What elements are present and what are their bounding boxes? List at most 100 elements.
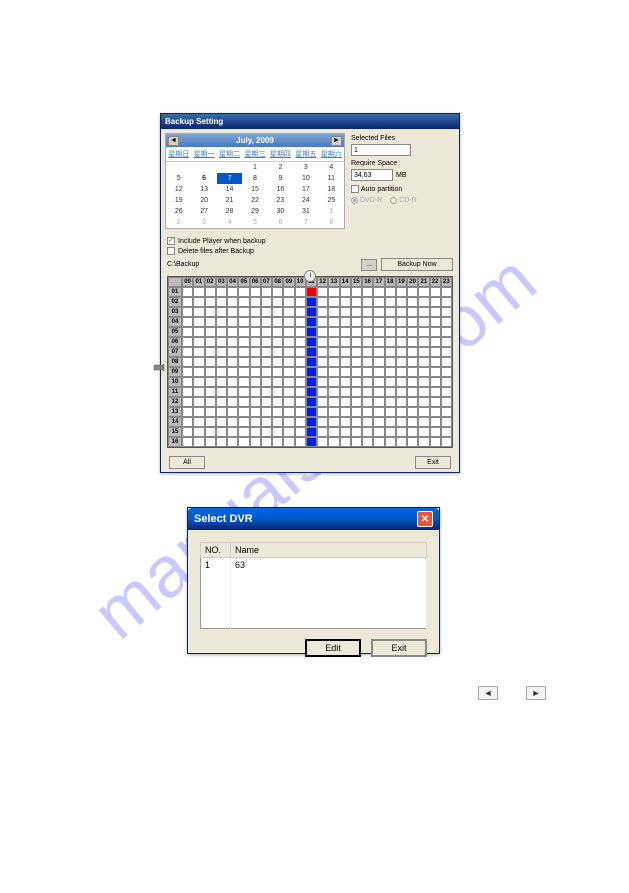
hour-header[interactable]: 05 [238, 277, 249, 287]
calendar-day[interactable]: 29 [242, 206, 267, 217]
grid-cell[interactable] [396, 297, 407, 307]
grid-cell[interactable] [182, 397, 193, 407]
grid-cell[interactable] [385, 347, 396, 357]
prev-page-button[interactable]: ◄ [478, 686, 498, 700]
hour-header[interactable]: 22 [430, 277, 441, 287]
hour-header[interactable]: 15 [351, 277, 362, 287]
grid-cell[interactable] [272, 347, 283, 357]
channel-label[interactable]: 07 [168, 347, 182, 357]
grid-cell[interactable] [362, 427, 373, 437]
grid-cell[interactable] [238, 347, 249, 357]
grid-cell[interactable] [385, 317, 396, 327]
grid-cell[interactable] [373, 317, 384, 327]
channel-label[interactable]: 16 [168, 437, 182, 447]
grid-cell[interactable] [193, 357, 204, 367]
grid-cell[interactable] [396, 327, 407, 337]
grid-cell[interactable] [272, 337, 283, 347]
hour-header[interactable]: 18 [385, 277, 396, 287]
grid-cell[interactable] [182, 387, 193, 397]
grid-cell[interactable] [407, 377, 418, 387]
grid-cell[interactable] [295, 297, 306, 307]
grid-cell[interactable] [193, 407, 204, 417]
grid-cell[interactable] [396, 417, 407, 427]
grid-cell[interactable] [216, 337, 227, 347]
grid-cell[interactable] [250, 307, 261, 317]
grid-cell[interactable] [306, 437, 317, 447]
grid-cell[interactable] [205, 397, 216, 407]
grid-cell[interactable] [430, 417, 441, 427]
grid-cell[interactable] [272, 437, 283, 447]
grid-cell[interactable] [182, 297, 193, 307]
grid-cell[interactable] [216, 387, 227, 397]
grid-cell[interactable] [295, 437, 306, 447]
grid-cell[interactable] [328, 357, 339, 367]
grid-cell[interactable] [351, 357, 362, 367]
grid-cell[interactable] [205, 387, 216, 397]
grid-cell[interactable] [272, 377, 283, 387]
grid-cell[interactable] [306, 377, 317, 387]
grid-cell[interactable] [328, 397, 339, 407]
grid-cell[interactable] [227, 297, 238, 307]
grid-cell[interactable] [362, 377, 373, 387]
grid-cell[interactable] [373, 287, 384, 297]
grid-cell[interactable] [272, 367, 283, 377]
grid-cell[interactable] [418, 387, 429, 397]
grid-cell[interactable] [261, 377, 272, 387]
grid-cell[interactable] [396, 397, 407, 407]
grid-cell[interactable] [373, 407, 384, 417]
exit-button[interactable]: Exit [371, 639, 427, 657]
calendar-day[interactable]: 2 [166, 217, 191, 228]
grid-cell[interactable] [238, 417, 249, 427]
grid-cell[interactable] [430, 357, 441, 367]
grid-cell[interactable] [430, 297, 441, 307]
grid-cell[interactable] [441, 297, 452, 307]
grid-cell[interactable] [182, 417, 193, 427]
channel-label[interactable]: 10 [168, 377, 182, 387]
grid-cell[interactable] [441, 337, 452, 347]
grid-cell[interactable] [418, 397, 429, 407]
hour-header[interactable]: 12 [317, 277, 328, 287]
grid-cell[interactable] [193, 377, 204, 387]
calendar-day[interactable]: 7 [293, 217, 318, 228]
grid-cell[interactable] [351, 407, 362, 417]
grid-cell[interactable] [272, 407, 283, 417]
grid-cell[interactable] [238, 297, 249, 307]
grid-cell[interactable] [441, 397, 452, 407]
grid-cell[interactable] [283, 287, 294, 297]
hour-header[interactable]: 09 [283, 277, 294, 287]
grid-cell[interactable] [182, 427, 193, 437]
grid-cell[interactable] [295, 397, 306, 407]
grid-cell[interactable] [317, 387, 328, 397]
grid-cell[interactable] [283, 297, 294, 307]
all-button[interactable]: All [169, 456, 205, 469]
grid-cell[interactable] [373, 337, 384, 347]
grid-cell[interactable] [351, 337, 362, 347]
grid-cell[interactable] [373, 367, 384, 377]
grid-cell[interactable] [295, 367, 306, 377]
calendar-day[interactable]: 8 [319, 217, 344, 228]
grid-cell[interactable] [261, 417, 272, 427]
hour-header[interactable]: 17 [373, 277, 384, 287]
calendar-day[interactable]: 12 [166, 184, 191, 195]
grid-cell[interactable] [340, 287, 351, 297]
grid-cell[interactable] [385, 337, 396, 347]
grid-cell[interactable] [328, 377, 339, 387]
exit-button[interactable]: Exit [415, 456, 451, 469]
grid-cell[interactable] [328, 387, 339, 397]
grid-cell[interactable] [317, 327, 328, 337]
grid-cell[interactable] [295, 317, 306, 327]
grid-cell[interactable] [250, 377, 261, 387]
grid-cell[interactable] [250, 337, 261, 347]
grid-cell[interactable] [272, 417, 283, 427]
calendar-day[interactable] [217, 162, 242, 173]
grid-cell[interactable] [418, 427, 429, 437]
hour-header[interactable]: 06 [250, 277, 261, 287]
grid-cell[interactable] [418, 287, 429, 297]
grid-cell[interactable] [340, 397, 351, 407]
channel-label[interactable]: 05 [168, 327, 182, 337]
grid-cell[interactable] [261, 367, 272, 377]
grid-cell[interactable] [283, 327, 294, 337]
calendar-day[interactable]: 30 [268, 206, 293, 217]
grid-cell[interactable] [182, 347, 193, 357]
grid-cell[interactable] [272, 287, 283, 297]
